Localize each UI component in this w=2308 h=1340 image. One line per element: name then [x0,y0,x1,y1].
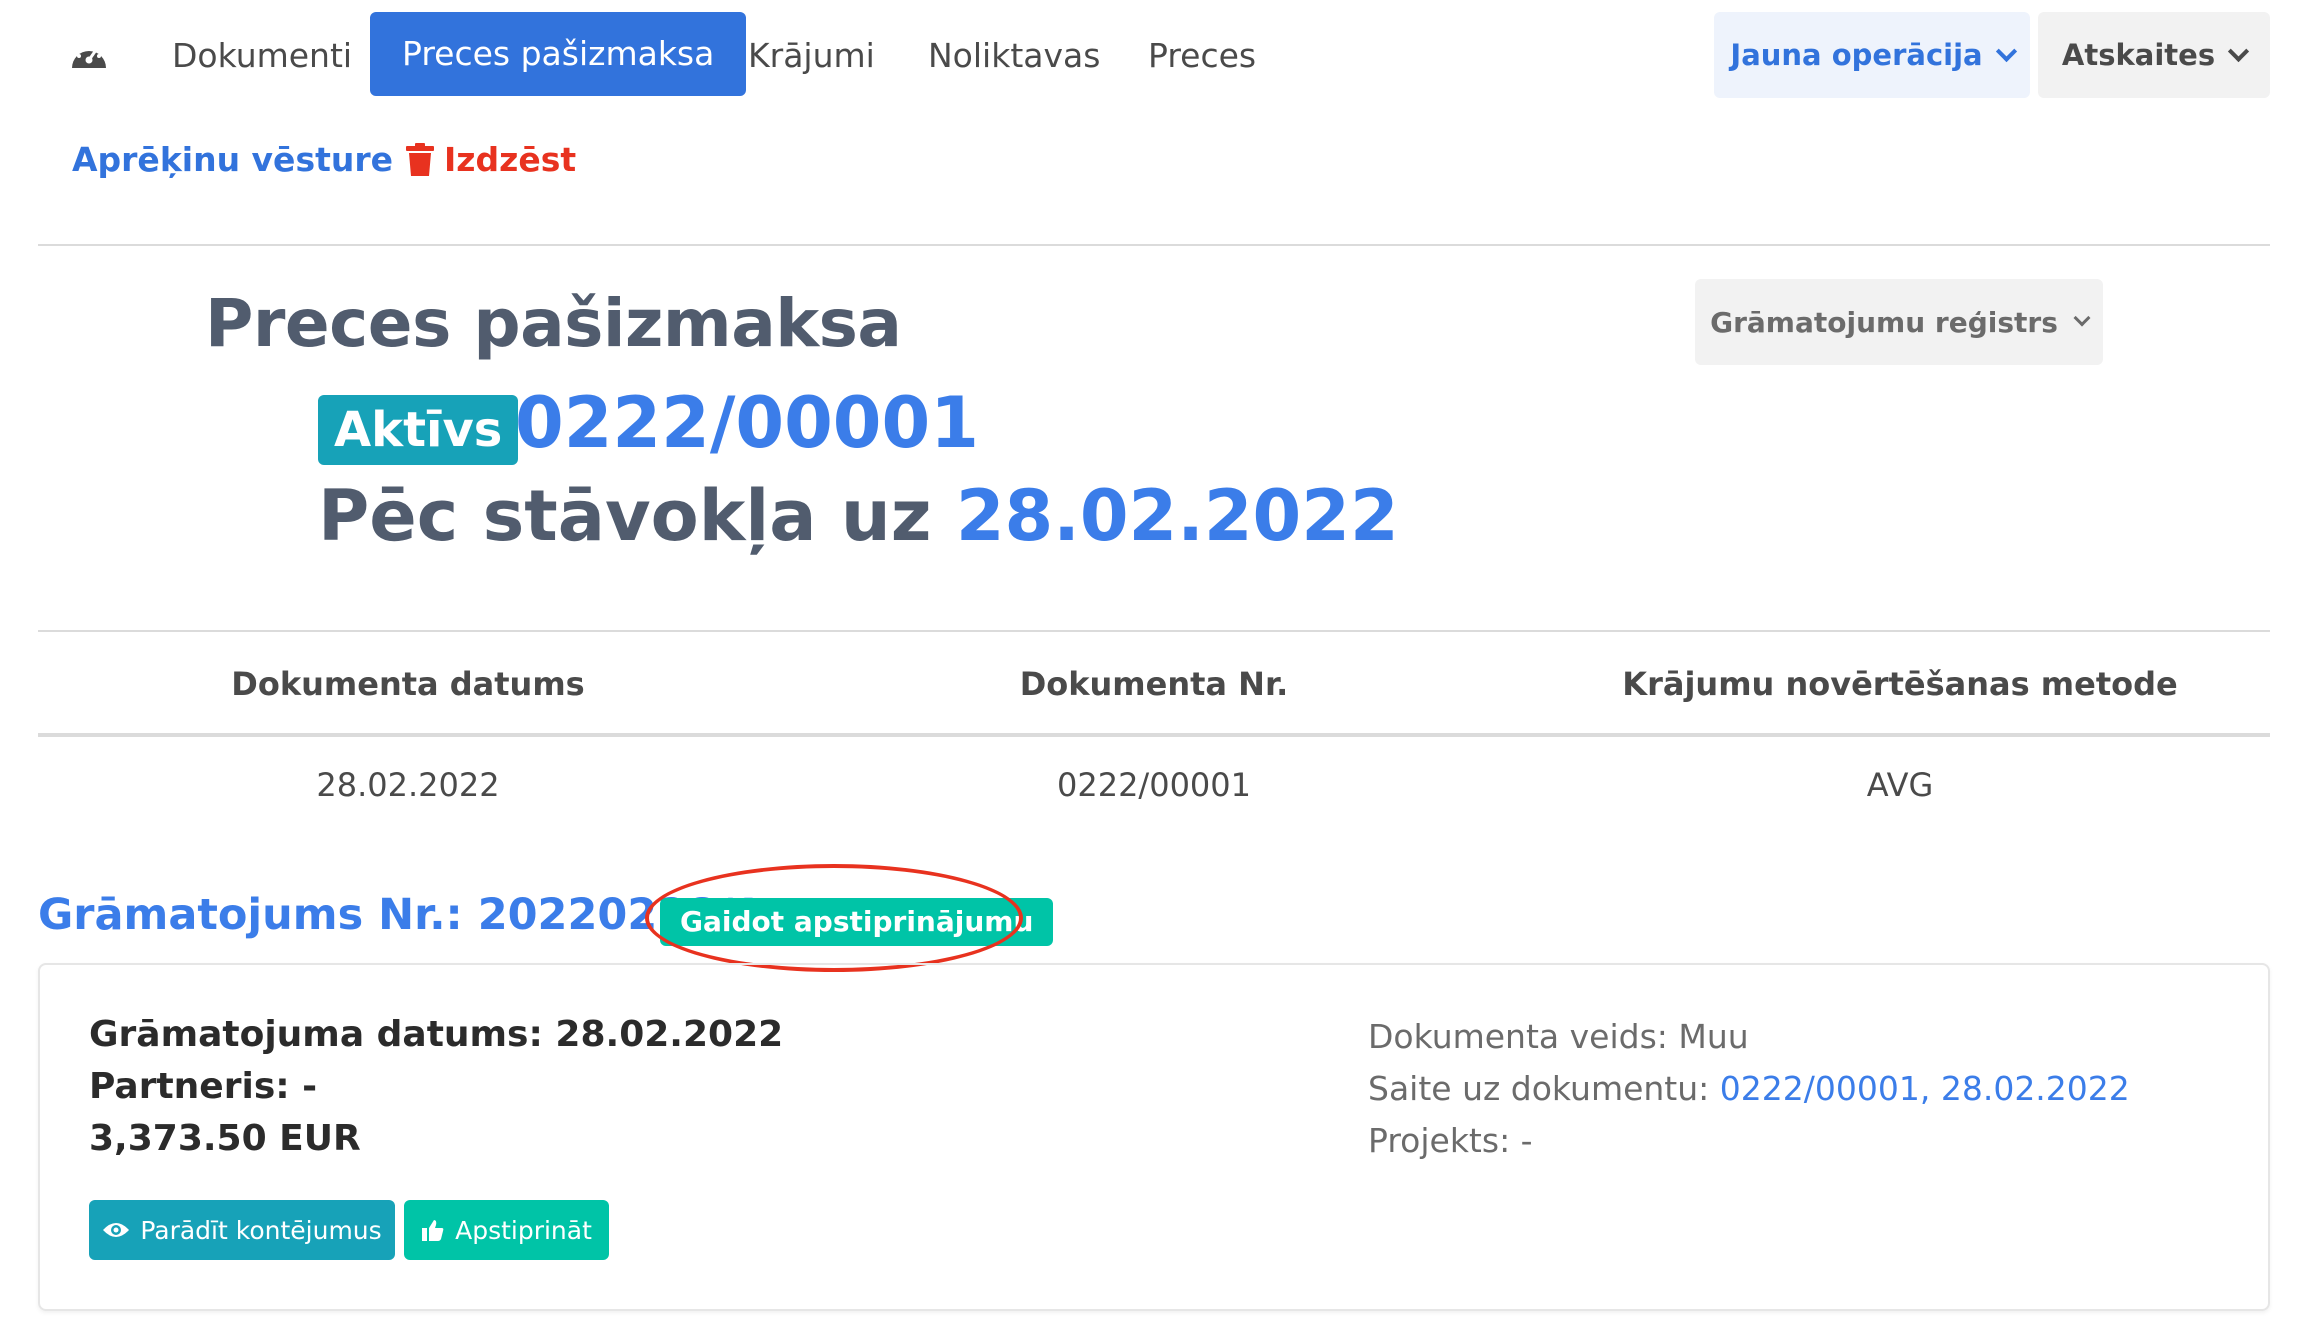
nav-preces[interactable]: Preces [1148,30,1256,82]
posting-amount: 3,373.50 EUR [89,1118,361,1159]
nav-preces-pasizmaksa[interactable]: Preces pašizmaksa [370,12,747,96]
posting-partner: Partneris: - [89,1066,318,1107]
as-of-date: 28.02.2022 [955,475,1399,557]
table-header-border [38,733,2270,737]
posting-register-dropdown[interactable]: Grāmatojumu reģistrs [1695,279,2103,365]
posting-date: Grāmatojuma datums: 28.02.2022 [89,1014,784,1055]
delete-link[interactable]: Izdzēst [406,135,576,185]
approve-button[interactable]: Apstiprināt [404,1200,609,1260]
posting-register-label: Grāmatojumu reģistrs [1710,305,2058,339]
document-type: Dokumenta veids: Muu [1368,1017,1749,1056]
nav-dokumenti[interactable]: Dokumenti [172,30,352,82]
nav-krajumi[interactable]: Krājumi [748,30,875,82]
chevron-down-icon [2227,40,2250,62]
calculation-history-link[interactable]: Aprēķinu vēsture [72,135,393,185]
page-title: Preces pašizmaksa [205,285,902,362]
approve-label: Apstiprināt [455,1215,592,1245]
column-header-document-date: Dokumenta datums [231,665,585,703]
show-entries-button[interactable]: Parādīt kontējumus [89,1200,395,1260]
calculation-history-label: Aprēķinu vēsture [72,140,394,179]
new-operation-label: Jauna operācija [1730,38,1983,72]
column-header-document-number: Dokumenta Nr. [1019,665,1289,703]
as-of-line: Pēc stāvokļa uz 28.02.2022 [318,475,1399,557]
cell-document-number: 0222/00001 [1056,766,1251,804]
nav-noliktavas[interactable]: Noliktavas [928,30,1100,82]
as-of-label: Pēc stāvokļa uz [318,475,932,557]
document-link[interactable]: 0222/00001, 28.02.2022 [1720,1069,2130,1108]
chevron-down-icon [2073,309,2091,327]
cell-valuation-method: AVG [1866,766,1934,804]
eye-icon [103,1223,130,1237]
reports-dropdown[interactable]: Atskaites [2038,12,2270,98]
reports-label: Atskaites [2061,38,2216,72]
document-number: 0222/00001 [515,382,979,464]
delete-label: Izdzēst [444,140,577,179]
chevron-down-icon [1995,40,2017,62]
trash-icon [406,143,434,176]
dashboard-gauge-icon[interactable] [70,40,108,70]
show-entries-label: Parādīt kontējumus [140,1215,382,1245]
project: Projekts: - [1368,1121,1533,1160]
cell-document-date: 28.02.2022 [316,766,500,804]
thumbs-up-icon [422,1220,444,1241]
column-header-valuation-method: Krājumu novērtēšanas metode [1622,665,2178,703]
new-operation-dropdown[interactable]: Jauna operācija [1714,12,2030,98]
document-link-line: Saite uz dokumentu: 0222/00001, 28.02.20… [1368,1069,2130,1108]
highlight-annotation-ellipse [645,864,1023,972]
divider [38,244,2270,246]
table-top-border [38,630,2270,632]
page: Dokumenti Preces pašizmaksa Krājumi Noli… [0,0,2308,1340]
document-link-label: Saite uz dokumentu: [1368,1069,1710,1108]
status-badge: Aktīvs [318,395,519,465]
